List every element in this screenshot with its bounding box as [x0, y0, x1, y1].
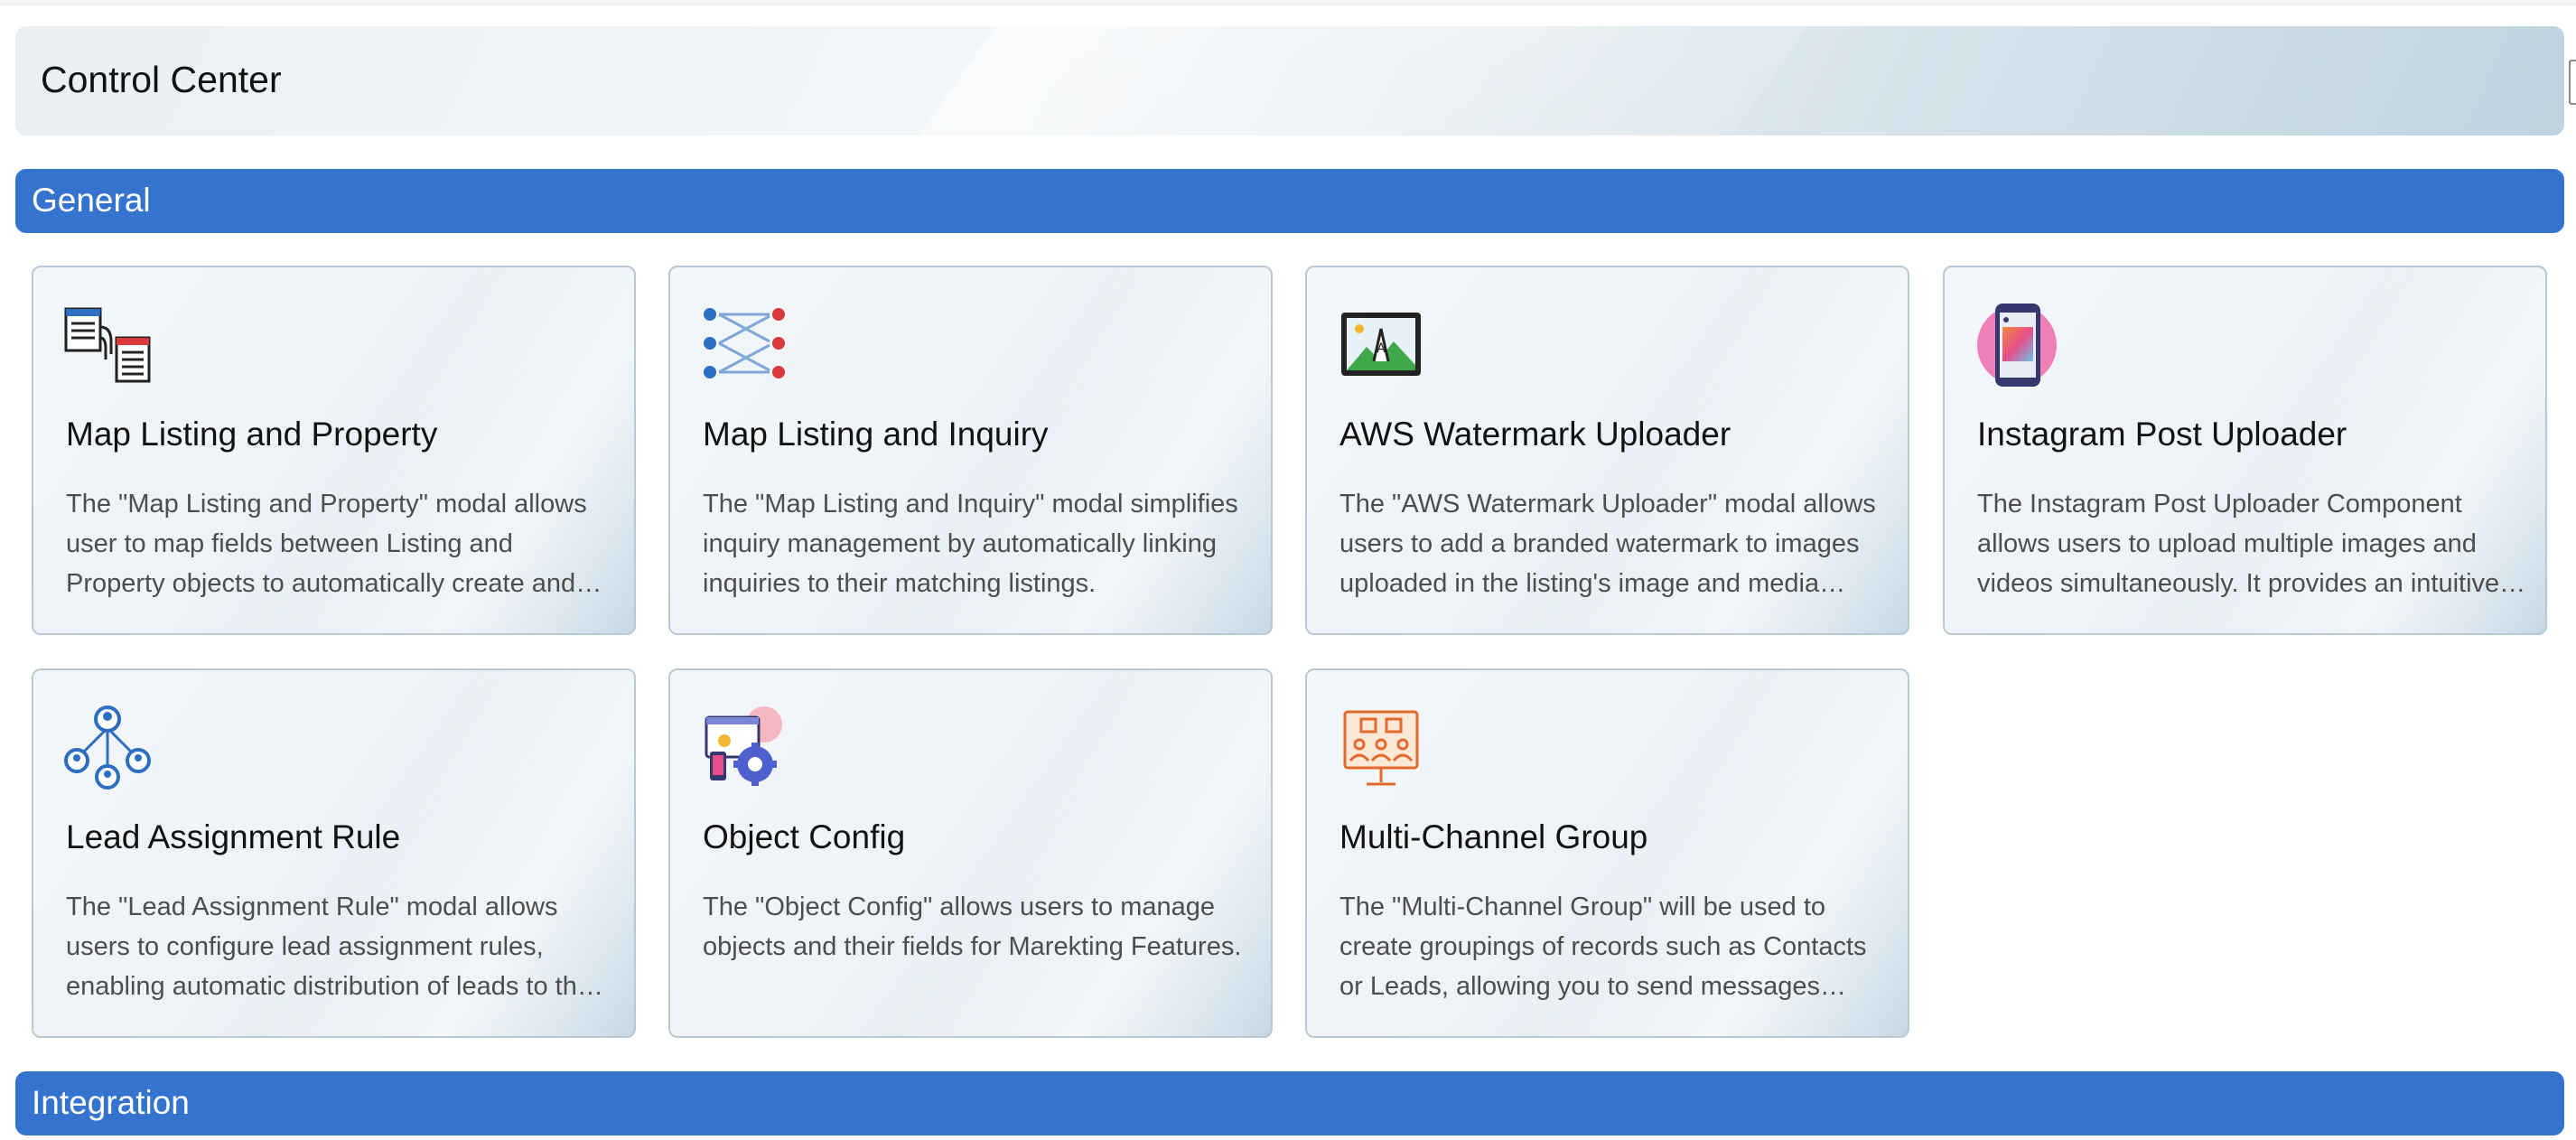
card-description: The "Multi-Channel Group" will be used t…: [1339, 892, 1867, 1001]
card-object-config[interactable]: Object Config The "Object Config" allows…: [668, 668, 1273, 1038]
section-header-integration: Integration: [15, 1071, 2564, 1135]
scrollbar-handle[interactable]: [2569, 60, 2576, 105]
card-lead-assignment-rule[interactable]: Lead Assignment Rule The "Lead Assignmen…: [32, 668, 636, 1038]
svg-text:A: A: [1377, 341, 1386, 356]
control-center-page: Control Center General Map Listing and P…: [0, 0, 2576, 1140]
instagram-post-icon: [1975, 302, 2062, 388]
card-description: The "Map Listing and Property" modal all…: [66, 490, 587, 598]
card-title: Instagram Post Uploader: [1977, 416, 2347, 453]
card-instagram-post-uploader[interactable]: Instagram Post Uploader The Instagram Po…: [1943, 266, 2547, 635]
card-title: Lead Assignment Rule: [66, 818, 401, 855]
card-title: AWS Watermark Uploader: [1339, 416, 1731, 453]
page-title: Control Center: [41, 59, 282, 100]
page-header: Control Center: [15, 26, 2564, 135]
multi-channel-group-icon: [1338, 705, 1424, 791]
card-title: Map Listing and Property: [66, 416, 438, 453]
card-title: Multi-Channel Group: [1339, 818, 1648, 855]
card-description: The "AWS Watermark Uploader" modal allow…: [1339, 490, 1876, 598]
card-description: The "Object Config" allows users to mana…: [703, 892, 1242, 961]
card-title: Object Config: [703, 818, 906, 855]
card-description: The "Map Listing and Inquiry" modal simp…: [703, 490, 1238, 598]
card-description: The Instagram Post Uploader Component al…: [1977, 490, 2500, 598]
section-header-general: General: [15, 169, 2564, 233]
card-multi-channel-group[interactable]: Multi-Channel Group The "Multi-Channel G…: [1305, 668, 1909, 1038]
card-map-listing-inquiry[interactable]: Map Listing and Inquiry The "Map Listing…: [668, 266, 1273, 635]
map-listing-inquiry-icon: [701, 302, 788, 388]
section-title: Integration: [32, 1084, 190, 1121]
aws-watermark-icon: A: [1338, 302, 1424, 388]
card-description: The "Lead Assignment Rule" modal allows …: [66, 892, 592, 1001]
card-map-listing-property[interactable]: Map Listing and Property The "Map Listin…: [32, 266, 636, 635]
object-config-icon: [701, 705, 788, 791]
section-title: General: [32, 182, 151, 219]
card-title: Map Listing and Inquiry: [703, 416, 1049, 453]
card-aws-watermark-uploader[interactable]: A AWS Watermark Uploader The "AWS Waterm…: [1305, 266, 1909, 635]
map-listing-property-icon: [64, 302, 151, 388]
lead-assignment-icon: [64, 705, 151, 791]
top-divider: [0, 0, 2576, 5]
